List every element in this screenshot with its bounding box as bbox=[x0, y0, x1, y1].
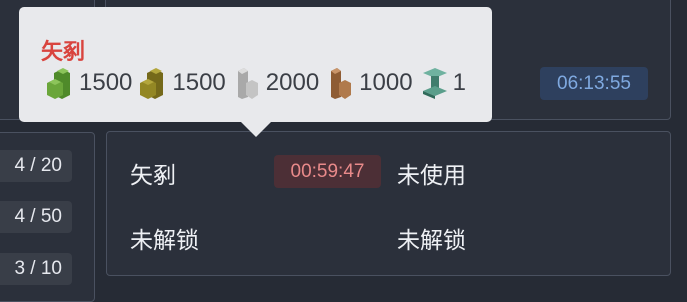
steel-beam-icon bbox=[422, 68, 447, 99]
resource-value: 1500 bbox=[79, 69, 133, 96]
top-timer: 06:13:55 bbox=[540, 67, 648, 100]
resource-item: 1000 bbox=[325, 67, 413, 99]
resource-value: 1000 bbox=[359, 69, 413, 96]
count-badge: 4 / 50 bbox=[0, 201, 72, 233]
count-badge: 4 / 20 bbox=[0, 150, 72, 182]
brown-block-icon bbox=[331, 68, 352, 99]
count-badge: 3 / 10 bbox=[0, 253, 72, 285]
tooltip-arrow bbox=[241, 122, 271, 137]
slot-2-label[interactable]: 未使用 bbox=[397, 156, 466, 190]
resource-value: 1 bbox=[452, 69, 466, 96]
tooltip-title: 矢剢 bbox=[41, 39, 86, 64]
resource-item: 1 bbox=[419, 67, 466, 99]
resource-item: 1500 bbox=[45, 67, 132, 99]
slot-1-label[interactable]: 矢剢 bbox=[130, 156, 176, 190]
resource-item: 2000 bbox=[232, 67, 319, 99]
resource-value: 2000 bbox=[265, 69, 320, 96]
resource-cost-row: 1500 1500 2000 1000 1 bbox=[45, 66, 472, 100]
gray-block-icon bbox=[237, 68, 258, 99]
resource-tooltip: 矢剢 1500 1500 2000 1000 1 bbox=[19, 7, 492, 122]
olive-block-icon bbox=[140, 68, 164, 99]
slot-1-timer: 00:59:47 bbox=[274, 155, 381, 188]
resource-item: 1500 bbox=[138, 67, 226, 99]
green-block-icon bbox=[47, 68, 70, 99]
slot-3-label: 未解锁 bbox=[130, 227, 199, 253]
slot-4-label: 未解锁 bbox=[397, 227, 466, 253]
resource-value: 1500 bbox=[172, 69, 226, 96]
